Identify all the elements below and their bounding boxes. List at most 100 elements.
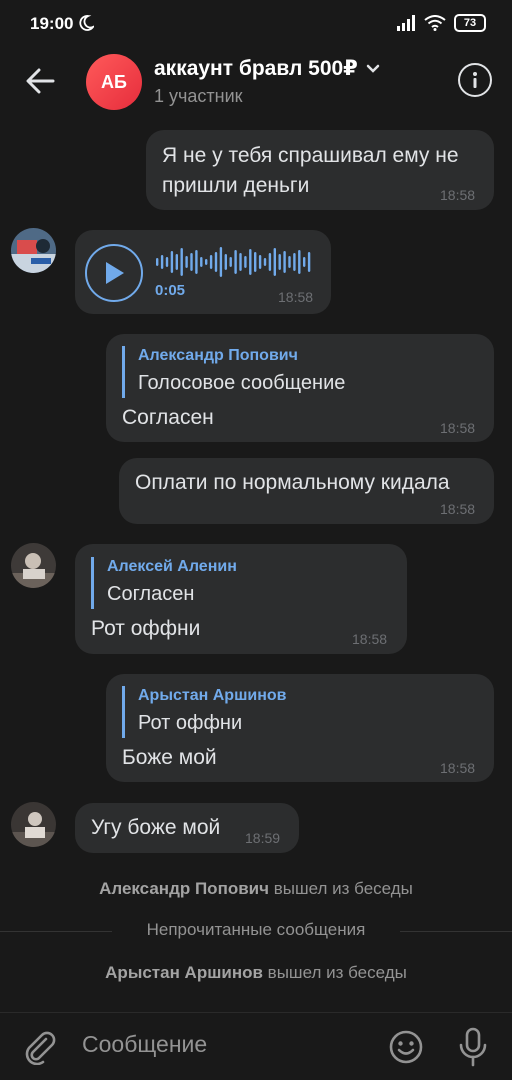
waveform-bar — [205, 259, 208, 265]
voice-duration: 0:05 — [155, 282, 186, 299]
waveform-bar — [273, 248, 276, 276]
message-bubble[interactable]: Арыстан Аршинов Рот оффни Боже мой 18:58 — [106, 674, 494, 782]
reply-text: Согласен — [107, 583, 195, 605]
reply-author: Александр Попович — [138, 347, 298, 364]
chat-members-count: 1 участник — [154, 86, 243, 106]
wifi-icon — [424, 15, 446, 31]
message-time: 18:58 — [440, 187, 476, 203]
waveform-bar — [195, 250, 198, 274]
waveform-bar — [298, 250, 301, 274]
waveform-bar — [258, 255, 262, 269]
unread-divider: Непрочитанные сообщения — [0, 920, 512, 944]
chat-avatar[interactable]: АБ — [86, 54, 142, 110]
reply-quote[interactable]: Алексей Аленин Согласен — [91, 557, 237, 609]
message-bubble[interactable]: Алексей Аленин Согласен Рот оффни 18:58 — [75, 544, 407, 654]
avatar-image — [11, 228, 56, 273]
signal-icon — [397, 15, 415, 31]
smile-icon[interactable] — [388, 1029, 424, 1065]
paperclip-icon[interactable] — [22, 1029, 58, 1065]
arrow-left-icon — [26, 68, 55, 94]
message-input[interactable]: Сообщение — [82, 1031, 207, 1058]
unread-label: Непрочитанные сообщения — [146, 920, 366, 939]
moon-icon — [79, 15, 94, 31]
status-bar: 19:00 73 — [0, 0, 512, 48]
avatar[interactable] — [11, 228, 56, 273]
waveform-bar — [185, 256, 188, 268]
waveform-bar — [278, 254, 281, 270]
voice-waveform[interactable] — [155, 246, 313, 278]
message-time: 18:58 — [352, 631, 388, 647]
message-bubble[interactable]: Угу боже мой 18:59 — [75, 803, 299, 853]
waveform-bar — [303, 257, 306, 267]
service-action: вышел из беседы — [262, 963, 407, 982]
info-button[interactable] — [458, 63, 492, 97]
message-time: 18:58 — [278, 289, 314, 305]
message-text: пришли деньги — [162, 174, 310, 197]
message-text: Я не у тебя спрашивал ему не — [162, 144, 459, 167]
waveform-bar — [156, 258, 159, 266]
service-message: Александр Попович вышел из беседы — [0, 879, 512, 899]
reply-author: Арыстан Аршинов — [138, 687, 287, 704]
reply-text: Рот оффни — [138, 712, 243, 734]
waveform-bar — [268, 253, 272, 271]
play-icon — [106, 262, 124, 284]
waveform-bar — [234, 250, 237, 274]
waveform-bar — [209, 255, 213, 269]
waveform-bar — [165, 257, 169, 267]
reply-quote[interactable]: Арыстан Аршинов Рот оффни — [122, 686, 287, 738]
waveform-bar — [283, 251, 286, 273]
chevron-down-icon — [366, 64, 380, 73]
waveform-bar — [224, 254, 227, 270]
play-button[interactable] — [85, 244, 143, 302]
chat-title-button[interactable]: аккаунт бравл 500₽ — [154, 56, 380, 81]
message-time: 18:58 — [440, 501, 476, 517]
message-bubble[interactable]: Александр Попович Голосовое сообщение Со… — [106, 334, 494, 442]
message-bubble[interactable]: Оплати по нормальному кидала 18:58 — [119, 458, 494, 524]
service-message: Арыстан Аршинов вышел из беседы — [0, 963, 512, 983]
waveform-bar — [254, 252, 257, 272]
service-action: вышел из беседы — [269, 879, 413, 898]
info-icon — [473, 72, 477, 88]
message-time: 18:58 — [440, 760, 476, 776]
waveform-bar — [180, 248, 183, 276]
chat-header: АБ аккаунт бравл 500₽ 1 участник — [0, 48, 512, 118]
waveform-bar — [263, 258, 267, 266]
service-user-name[interactable]: Александр Попович — [99, 879, 269, 898]
waveform-bar — [307, 252, 311, 272]
chat-screen: 19:00 73 АБ аккаунт бравл 500₽ 1 участни… — [0, 0, 512, 1080]
message-text: Угу боже мой — [91, 816, 221, 839]
reply-author: Алексей Аленин — [107, 558, 237, 575]
waveform-bar — [249, 249, 252, 275]
service-user-name[interactable]: Арыстан Аршинов — [105, 963, 263, 982]
message-time: 18:59 — [245, 830, 281, 846]
back-button[interactable] — [22, 63, 58, 99]
message-text: Оплати по нормальному кидала — [135, 471, 450, 494]
battery-indicator: 73 — [454, 14, 486, 32]
waveform-bar — [170, 251, 174, 273]
message-composer: Сообщение — [0, 1012, 512, 1080]
status-time: 19:00 — [30, 14, 74, 33]
waveform-bar — [190, 253, 193, 271]
message-text: Согласен — [122, 406, 214, 429]
waveform-bar — [200, 257, 203, 267]
waveform-bar — [229, 257, 232, 267]
waveform-bar — [288, 256, 291, 268]
message-bubble[interactable]: Я не у тебя спрашивал ему не пришли день… — [146, 130, 494, 210]
avatar[interactable] — [11, 802, 56, 847]
waveform-bar — [175, 254, 178, 270]
waveform-bar — [219, 247, 223, 277]
waveform-bar — [214, 252, 218, 272]
microphone-icon[interactable] — [456, 1027, 490, 1067]
chat-title: аккаунт бравл 500₽ — [154, 57, 358, 80]
message-text: Боже мой — [122, 746, 217, 769]
message-time: 18:58 — [440, 420, 476, 436]
reply-text: Голосовое сообщение — [138, 372, 346, 394]
waveform-bar — [239, 253, 242, 271]
waveform-bar — [244, 256, 247, 268]
avatar[interactable] — [11, 543, 56, 588]
avatar-image — [11, 543, 56, 588]
avatar-image — [11, 802, 56, 847]
voice-message-bubble[interactable]: 0:05 18:58 — [75, 230, 331, 314]
reply-quote[interactable]: Александр Попович Голосовое сообщение — [122, 346, 345, 398]
waveform-bar — [293, 253, 296, 271]
